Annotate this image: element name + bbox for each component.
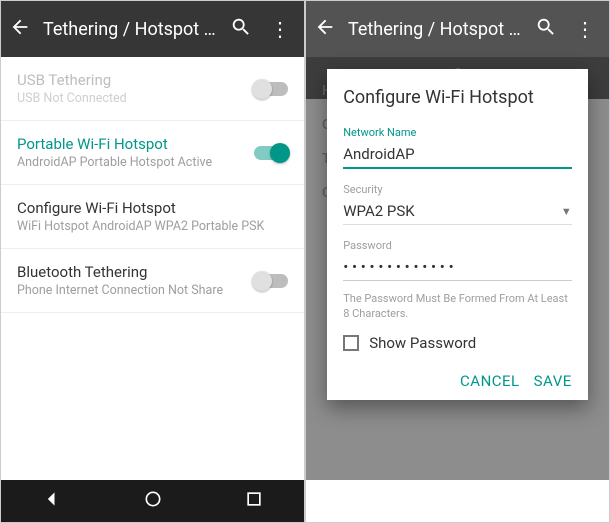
- back-icon[interactable]: [9, 16, 31, 42]
- bluetooth-tethering-switch[interactable]: [254, 274, 288, 288]
- password-input[interactable]: [343, 252, 572, 281]
- configure-hotspot-title: Configure Wi-Fi Hotspot: [17, 199, 288, 217]
- bluetooth-tethering-title: Bluetooth Tethering: [17, 263, 242, 281]
- phone-left: Tethering / Hotspot P... ⋮ USB Tethering…: [0, 0, 305, 523]
- show-password-checkbox[interactable]: [343, 335, 359, 351]
- back-icon[interactable]: [314, 16, 336, 42]
- cancel-button[interactable]: CANCEL: [460, 372, 520, 390]
- usb-tethering-switch: [254, 82, 288, 96]
- wifi-hotspot-switch[interactable]: [254, 146, 288, 160]
- network-name-input[interactable]: [343, 139, 572, 169]
- appbar-title: Tethering / Hotspot P...: [348, 19, 523, 40]
- bluetooth-tethering-row[interactable]: Bluetooth Tethering Phone Internet Conne…: [1, 249, 304, 313]
- nav-recent-icon[interactable]: [244, 489, 264, 513]
- configure-hotspot-sub: WiFi Hotspot AndroidAP WPA2 Portable PSK: [17, 219, 288, 234]
- appbar-right: Tethering / Hotspot P... ⋮: [306, 1, 609, 57]
- overflow-menu-icon[interactable]: ⋮: [264, 17, 296, 41]
- dialog-title: Configure Wi-Fi Hotspot: [343, 87, 572, 108]
- navbar-left: [1, 480, 304, 522]
- phone-right: Tethering / Hotspot P... ⋮ H C T C Confi…: [305, 0, 610, 523]
- security-label: Security: [343, 183, 572, 196]
- configure-hotspot-row[interactable]: Configure Wi-Fi Hotspot WiFi Hotspot And…: [1, 185, 304, 249]
- bluetooth-tethering-sub: Phone Internet Connection Not Share: [17, 283, 242, 298]
- dialog-actions: CANCEL SAVE: [343, 372, 572, 390]
- search-icon[interactable]: [230, 16, 252, 42]
- usb-tethering-title: USB Tethering: [17, 71, 242, 89]
- nav-home-icon[interactable]: [143, 489, 163, 513]
- settings-list: USB Tethering USB Not Connected Portable…: [1, 57, 304, 480]
- appbar-title: Tethering / Hotspot P...: [43, 19, 218, 40]
- network-name-label: Network Name: [343, 126, 572, 139]
- appbar-left: Tethering / Hotspot P... ⋮: [1, 1, 304, 57]
- usb-tethering-row: USB Tethering USB Not Connected: [1, 57, 304, 121]
- security-select[interactable]: WPA2 PSK ▼: [343, 196, 572, 225]
- show-password-row[interactable]: Show Password: [343, 334, 572, 352]
- password-helper: The Password Must Be Formed From At Leas…: [343, 291, 572, 322]
- usb-tethering-sub: USB Not Connected: [17, 91, 242, 106]
- search-icon[interactable]: [535, 16, 557, 42]
- save-button[interactable]: SAVE: [534, 372, 572, 390]
- wifi-hotspot-sub: AndroidAP Portable Hotspot Active: [17, 155, 242, 170]
- password-label: Password: [343, 239, 572, 252]
- nav-back-icon[interactable]: [42, 489, 62, 513]
- dialog-scrim: Configure Wi-Fi Hotspot Network Name Sec…: [306, 57, 609, 480]
- show-password-label: Show Password: [369, 334, 476, 352]
- overflow-menu-icon[interactable]: ⋮: [569, 17, 601, 41]
- security-value: WPA2 PSK: [343, 202, 561, 220]
- wifi-hotspot-title: Portable Wi-Fi Hotspot: [17, 135, 242, 153]
- chevron-down-icon: ▼: [561, 205, 572, 218]
- wifi-hotspot-row[interactable]: Portable Wi-Fi Hotspot AndroidAP Portabl…: [1, 121, 304, 185]
- configure-hotspot-dialog: Configure Wi-Fi Hotspot Network Name Sec…: [327, 69, 588, 400]
